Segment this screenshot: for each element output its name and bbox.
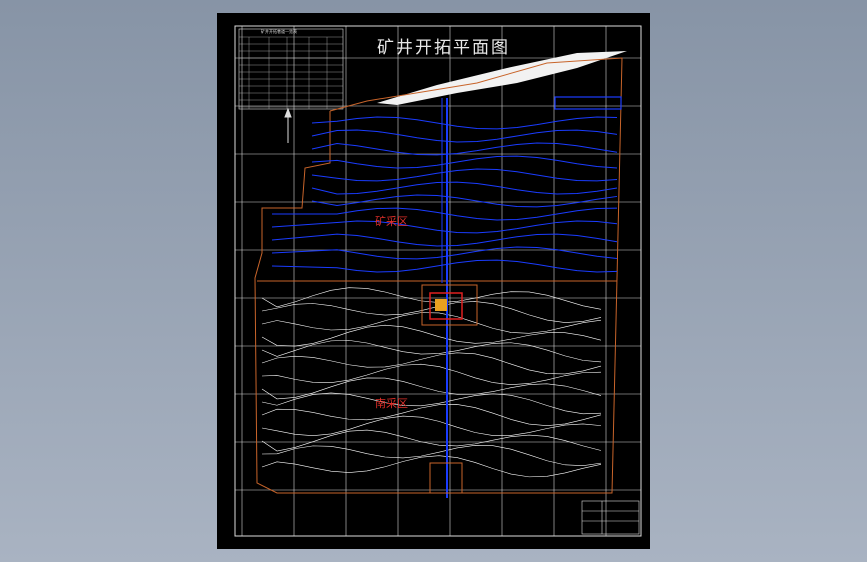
title-block [581,500,640,535]
cad-drawing-sheet[interactable]: 矿井开拓平面图 矿井开拓巷道一览表 矿采区 南采区 [217,13,650,549]
north-arrow-icon [284,107,292,143]
upper-zone-workings [271,116,618,273]
roadway-upper [554,96,622,110]
legend-table [238,28,344,110]
lower-zone-contours [261,287,602,478]
lower-zone-label: 南采区 [375,397,408,410]
legend-title: 矿井开拓巷道一览表 [261,29,297,34]
shaft-icon [435,299,447,311]
drawing-canvas [234,25,642,537]
upper-zone-label: 矿采区 [375,215,408,228]
drawing-title: 矿井开拓平面图 [377,38,510,58]
